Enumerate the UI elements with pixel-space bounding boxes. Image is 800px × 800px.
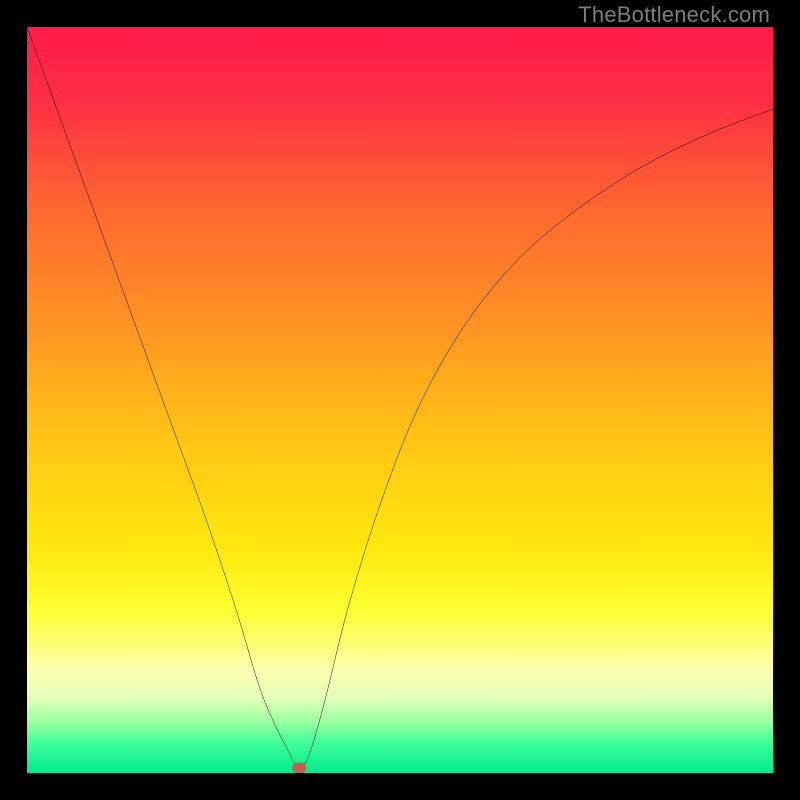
curve-path [27,27,773,769]
watermark-text: TheBottleneck.com [578,2,770,28]
chart-frame: TheBottleneck.com [0,0,800,800]
minimum-marker [292,762,306,773]
plot-area [27,27,773,773]
bottleneck-curve [27,27,773,773]
